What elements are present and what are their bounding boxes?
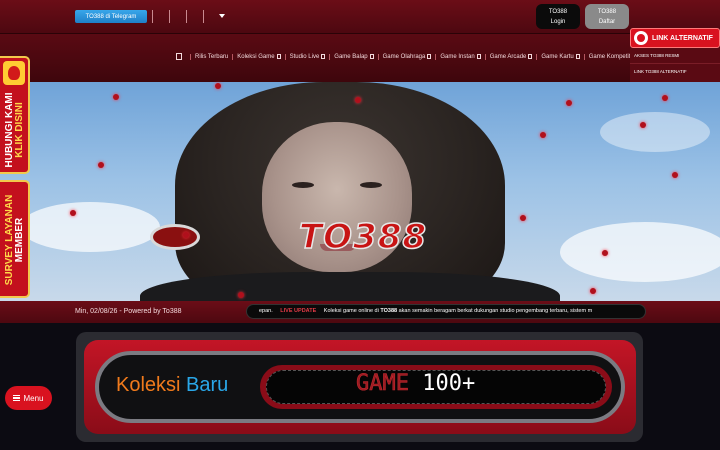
hamburger-icon xyxy=(13,395,21,401)
date-text: Min, 02/08/26 - Powered by To388 xyxy=(75,308,182,315)
contact-line2: KLIK DISINI xyxy=(14,102,25,158)
chevron-down-icon[interactable] xyxy=(219,14,225,18)
ticker-brand: TO388 xyxy=(380,308,398,314)
cloud xyxy=(600,112,710,152)
decor-dot xyxy=(215,83,221,89)
brand-wordmark: TO388 xyxy=(298,217,428,257)
decor-dot xyxy=(183,232,189,238)
dropdown-icon xyxy=(369,53,374,59)
nav-label: Game Balap xyxy=(334,53,368,60)
nav-label: Koleksi Game xyxy=(237,53,275,60)
dropdown-icon xyxy=(276,53,281,59)
contact-us-tab[interactable]: HUBUNGI KAMI KLIK DISINI xyxy=(0,56,30,174)
nav-label: Game Kompetitif xyxy=(588,53,634,60)
nav-label: Game Olahraga xyxy=(382,53,426,60)
collection-word1: Koleksi xyxy=(116,374,181,396)
ticker-text-a: Koleksi game online di xyxy=(323,308,379,314)
decor-dot xyxy=(520,215,526,221)
nav-item-game-olahraga[interactable]: Game Olahraga xyxy=(377,53,436,60)
register-label: Daftar xyxy=(598,19,616,25)
game-count: GAME 100+ xyxy=(356,371,476,397)
survey-line2: MEMBER xyxy=(14,217,25,263)
news-ticker[interactable]: epan. LIVE UPDATE Koleksi game online di… xyxy=(246,304,646,319)
login-label: Login xyxy=(550,19,566,25)
contact-us-text: HUBUNGI KAMI KLIK DISINI xyxy=(4,93,25,168)
alt-link-alternate[interactable]: LINK TO388 ALTERNATIF xyxy=(630,64,720,79)
link-alternatif-menu: AKSES TO388 RESMI LINK TO388 ALTERNATIF xyxy=(630,48,720,86)
nav-label: Game Kartu xyxy=(541,53,574,60)
register-brand: TO388 xyxy=(597,9,617,15)
dropdown-icon xyxy=(427,53,432,59)
link-alternatif-button[interactable]: LINK ALTERNATIF xyxy=(630,28,720,48)
survey-text: SURVEY LAYANAN MEMBER xyxy=(4,195,25,286)
alt-link-official[interactable]: AKSES TO388 RESMI xyxy=(630,48,720,64)
divider xyxy=(169,10,170,23)
divider xyxy=(203,10,204,23)
ticker-live-label: LIVE UPDATE xyxy=(280,308,317,314)
decor-dot xyxy=(98,162,104,168)
eye xyxy=(360,182,382,188)
dropdown-icon xyxy=(528,53,533,59)
eye xyxy=(292,182,314,188)
nav-item-game-instan[interactable]: Game Instan xyxy=(435,53,484,60)
decor-dot xyxy=(238,292,244,298)
menu-button[interactable]: Menu xyxy=(5,386,52,410)
decor-dot xyxy=(70,210,76,216)
decor-dot xyxy=(355,97,361,103)
decor-dot xyxy=(566,100,572,106)
nav-label: Game Instan xyxy=(440,53,475,60)
dropdown-icon xyxy=(575,53,580,59)
dropdown-icon xyxy=(321,53,326,59)
nav-item-game-arcade[interactable]: Game Arcade xyxy=(484,53,537,60)
cloud xyxy=(560,222,720,282)
decor-dot xyxy=(662,95,668,101)
decor-dot xyxy=(672,172,678,178)
hero-person-shirt xyxy=(140,272,560,301)
nav-item-game-kartu[interactable]: Game Kartu xyxy=(536,53,583,60)
top-bar: TO388 di Telegram TO388 Login TO388 Daft… xyxy=(0,0,720,34)
link-alternatif-label: LINK ALTERNATIF xyxy=(652,34,713,42)
ticker-text-b: akan semakin beragam berkat dukungan stu… xyxy=(398,308,593,314)
decor-dot xyxy=(602,250,608,256)
telegram-label: TO388 di Telegram xyxy=(85,13,137,20)
register-button[interactable]: TO388 Daftar xyxy=(585,4,629,29)
login-button[interactable]: TO388 Login xyxy=(536,4,580,29)
brand-mascot-icon xyxy=(3,61,25,85)
login-brand: TO388 xyxy=(548,9,568,15)
telegram-button[interactable]: TO388 di Telegram xyxy=(75,10,147,23)
menu-label: Menu xyxy=(23,393,44,403)
divider xyxy=(152,10,153,23)
dropdown-icon xyxy=(476,53,481,59)
nav-label: Rilis Terbaru xyxy=(195,53,229,60)
home-icon[interactable] xyxy=(176,53,182,60)
decor-dot xyxy=(113,94,119,100)
main-nav: Rilis Terbaru Koleksi Game Studio Live G… xyxy=(0,34,720,82)
decor-dot xyxy=(590,288,596,294)
decor-dot xyxy=(540,132,546,138)
nav-label: Game Arcade xyxy=(489,53,527,60)
collection-word2: Baru xyxy=(186,374,229,396)
ticker-prefix: epan. xyxy=(259,308,273,314)
globe-icon xyxy=(634,31,648,45)
nav-item-game-balap[interactable]: Game Balap xyxy=(329,53,377,60)
hero-banner[interactable]: TO388 xyxy=(0,82,720,301)
game-word: GAME xyxy=(356,371,410,397)
cloud xyxy=(20,202,160,252)
divider xyxy=(186,10,187,23)
nav-item-rilis-terbaru[interactable]: Rilis Terbaru xyxy=(190,53,232,60)
nav-item-koleksi-game[interactable]: Koleksi Game xyxy=(232,53,284,60)
nav-menu: Rilis Terbaru Koleksi Game Studio Live G… xyxy=(176,53,643,60)
game-number: 100+ xyxy=(422,371,476,396)
decor-dot xyxy=(640,122,646,128)
collection-title: Koleksi Baru xyxy=(116,374,228,397)
nav-label: Studio Live xyxy=(289,53,320,60)
survey-tab[interactable]: SURVEY LAYANAN MEMBER xyxy=(0,180,30,298)
nav-item-studio-live[interactable]: Studio Live xyxy=(284,53,330,60)
